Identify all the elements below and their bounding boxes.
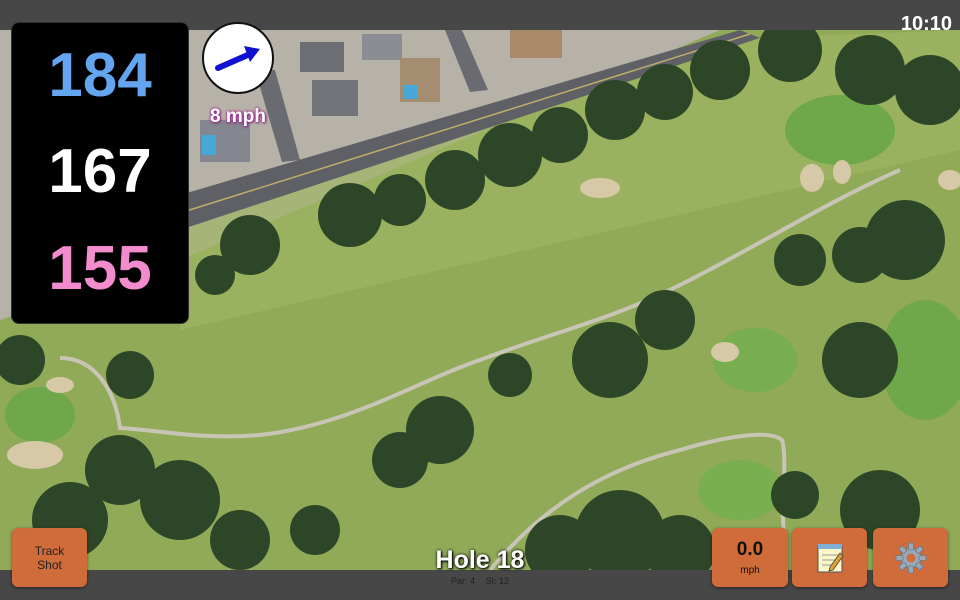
back-distance: 184 xyxy=(48,41,152,110)
hole-info: Hole 18 Par: 4 SI: 12 xyxy=(380,546,580,587)
speed-button[interactable]: 0.0 mph xyxy=(712,528,788,587)
gear-icon xyxy=(895,542,926,573)
si-label: SI: 12 xyxy=(485,576,510,586)
settings-button[interactable] xyxy=(873,528,948,587)
middle-distance: 167 xyxy=(48,137,152,206)
wind-speed-label: 8 mph xyxy=(210,106,266,127)
speed-value: 0.0 xyxy=(736,539,764,560)
notes-button[interactable] xyxy=(792,528,867,587)
track-shot-label-line2: Shot xyxy=(37,557,62,572)
distance-panel: 184 167 155 xyxy=(11,22,189,324)
track-shot-button[interactable]: Track Shot xyxy=(12,528,87,587)
hole-title: Hole 18 xyxy=(435,546,525,574)
wind-indicator xyxy=(202,22,274,94)
arrow-right-icon xyxy=(215,46,260,71)
speed-unit: mph xyxy=(740,565,760,576)
notepad-icon xyxy=(817,543,844,572)
track-shot-label-line1: Track xyxy=(34,543,65,558)
par-label: Par: 4 xyxy=(450,576,475,586)
front-distance: 155 xyxy=(48,234,152,303)
hole-meta: Par: 4 SI: 12 xyxy=(380,576,580,586)
